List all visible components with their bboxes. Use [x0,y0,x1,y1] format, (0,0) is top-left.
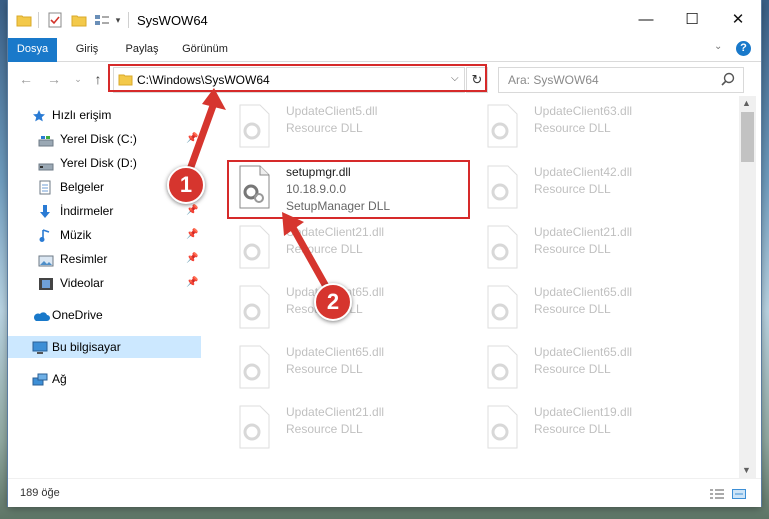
annotation-overlay [184,88,332,294]
arrow-1 [184,88,226,179]
step-1-callout: 1 [167,166,205,204]
step-2-callout: 2 [314,283,352,321]
arrow-2 [282,212,332,294]
